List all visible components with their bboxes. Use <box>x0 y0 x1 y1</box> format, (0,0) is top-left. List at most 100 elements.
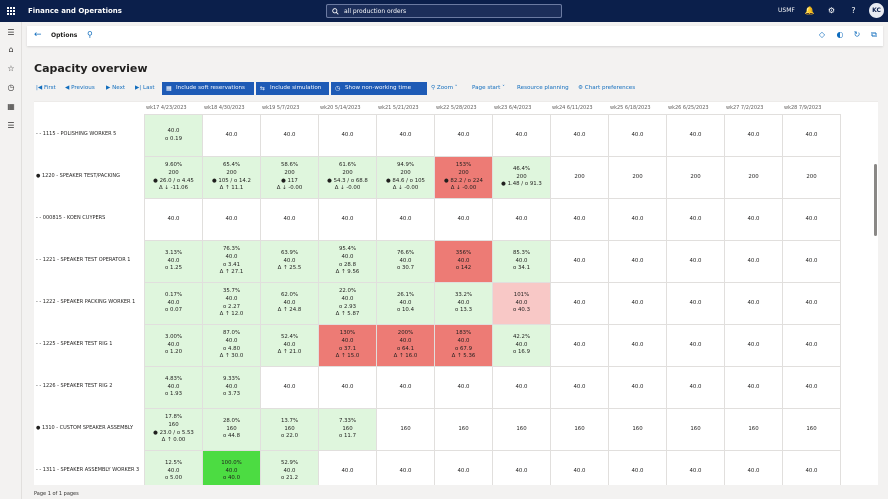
capacity-cell[interactable]: 40.0 <box>550 240 609 283</box>
capacity-cell[interactable]: 40.0 <box>608 114 667 157</box>
capacity-cell[interactable]: 3.13%40.0o 1.25 <box>144 240 203 283</box>
capacity-cell[interactable]: 40.0 <box>724 114 783 157</box>
include-simulation-toggle[interactable]: ⇆Include simulation <box>256 82 329 95</box>
capacity-cell[interactable]: 40.0 <box>666 240 725 283</box>
row-label[interactable]: - - 1222 - SPEAKER PACKING WORKER 1 <box>36 299 135 305</box>
capacity-cell[interactable]: 40.0 <box>492 450 551 485</box>
capacity-cell[interactable]: 153%200● 82.2 / o 224Δ ↓ -0.00 <box>434 156 493 199</box>
capacity-cell[interactable]: 40.0 <box>608 324 667 367</box>
capacity-cell[interactable]: 7.33%160o 11.7 <box>318 408 377 451</box>
capacity-cell[interactable]: 183%40.0o 67.9Δ ↑ 5.36 <box>434 324 493 367</box>
capacity-cell[interactable]: 58.6%200● 117Δ ↓ -0.00 <box>260 156 319 199</box>
row-label[interactable]: ● 1310 - CUSTOM SPEAKER ASSEMBLY <box>36 425 133 431</box>
capacity-cell[interactable]: 94.9%200● 84.6 / o 105Δ ↓ -0.00 <box>376 156 435 199</box>
capacity-cell[interactable]: 40.0 <box>666 282 725 325</box>
capacity-cell[interactable]: 40.0 <box>144 198 203 241</box>
capacity-cell[interactable]: 40.0 <box>492 198 551 241</box>
capacity-cell[interactable]: 46.4%200● 1.48 / o 91.3 <box>492 156 551 199</box>
capacity-cell[interactable]: 63.9%40.0Δ ↑ 25.5 <box>260 240 319 283</box>
row-label[interactable]: - - 1115 - POLISHING WORKER 5 <box>36 131 116 137</box>
capacity-cell[interactable]: 40.0 <box>434 450 493 485</box>
row-label[interactable]: - - 1226 - SPEAKER TEST RIG 2 <box>36 383 112 389</box>
capacity-cell[interactable]: 40.0 <box>782 450 841 485</box>
capacity-cell[interactable]: 356%40.0o 142 <box>434 240 493 283</box>
capacity-cell[interactable]: 40.0 <box>666 114 725 157</box>
show-non-working-time-toggle[interactable]: ◷Show non-working time <box>331 82 427 95</box>
capacity-cell[interactable]: 12.5%40.0o 5.00 <box>144 450 203 485</box>
workspace-icon[interactable]: ▦ <box>6 102 16 112</box>
capacity-cell[interactable]: 40.0 <box>550 282 609 325</box>
global-search-input[interactable]: all production orders <box>326 4 562 18</box>
capacity-cell[interactable]: 40.0 <box>666 450 725 485</box>
capacity-cell[interactable]: 40.0 <box>318 198 377 241</box>
capacity-cell[interactable]: 40.0 <box>608 366 667 409</box>
capacity-cell[interactable]: 40.0 <box>666 366 725 409</box>
help-icon[interactable]: ? <box>848 5 859 16</box>
gear-icon[interactable]: ⚙ <box>826 5 837 16</box>
capacity-cell[interactable]: 40.0 <box>782 198 841 241</box>
row-label[interactable]: - - 1221 - SPEAKER TEST OPERATOR 1 <box>36 257 130 263</box>
capacity-cell[interactable]: 160 <box>550 408 609 451</box>
options-menu[interactable]: Options <box>51 32 77 39</box>
company-selector[interactable]: USMF <box>778 7 795 14</box>
last-button[interactable]: ▶| Last <box>135 82 155 95</box>
app-launcher-icon[interactable] <box>0 0 22 22</box>
capacity-cell[interactable]: 4.83%40.0o 1.93 <box>144 366 203 409</box>
capacity-cell[interactable]: 52.4%40.0Δ ↑ 21.0 <box>260 324 319 367</box>
next-button[interactable]: ▶ Next <box>106 82 125 95</box>
capacity-cell[interactable]: 3.00%40.0o 1.20 <box>144 324 203 367</box>
resource-planning-button[interactable]: Resource planning <box>517 82 569 95</box>
avatar[interactable]: KC <box>869 3 884 18</box>
capacity-cell[interactable]: 40.0 <box>318 366 377 409</box>
hamburger-icon[interactable]: ☰ <box>6 28 16 38</box>
home-icon[interactable]: ⌂ <box>6 45 16 55</box>
capacity-cell[interactable]: 40.0 <box>782 114 841 157</box>
capacity-cell[interactable]: 40.0 <box>550 324 609 367</box>
capacity-cell[interactable]: 40.0 <box>376 198 435 241</box>
bell-icon[interactable]: 🔔 <box>804 5 815 16</box>
capacity-cell[interactable]: 101%40.0o 40.3 <box>492 282 551 325</box>
capacity-cell[interactable]: 61.6%200● 54.3 / o 68.8Δ ↓ -0.00 <box>318 156 377 199</box>
vertical-scrollbar[interactable] <box>874 164 877 236</box>
capacity-cell[interactable]: 40.0 <box>666 198 725 241</box>
refresh-icon[interactable]: ↻ <box>852 30 862 40</box>
capacity-cell[interactable]: 160 <box>492 408 551 451</box>
zoom-dropdown[interactable]: ⚲ Zoom ˅ <box>431 82 458 95</box>
capacity-cell[interactable]: 40.0 <box>666 324 725 367</box>
capacity-cell[interactable]: 40.0 <box>724 240 783 283</box>
capacity-cell[interactable]: 40.0 <box>376 450 435 485</box>
capacity-cell[interactable]: 40.0 <box>782 282 841 325</box>
capacity-cell[interactable]: 9.60%200● 26.0 / o 4.45Δ ↓ -11.06 <box>144 156 203 199</box>
capacity-cell[interactable]: 33.2%40.0o 13.3 <box>434 282 493 325</box>
capacity-cell[interactable]: 200%40.0o 64.1Δ ↑ 16.0 <box>376 324 435 367</box>
capacity-cell[interactable]: 40.0 <box>260 366 319 409</box>
capacity-cell[interactable]: 76.3%40.0o 3.41Δ ↑ 27.1 <box>202 240 261 283</box>
capacity-cell[interactable]: 85.3%40.0o 34.1 <box>492 240 551 283</box>
capacity-cell[interactable]: 40.0 <box>724 450 783 485</box>
first-button[interactable]: |◀ First <box>36 82 56 95</box>
capacity-cell[interactable]: 160 <box>376 408 435 451</box>
capacity-cell[interactable]: 40.0o 0.19 <box>144 114 203 157</box>
office-icon[interactable]: ◐ <box>835 30 845 40</box>
list-icon[interactable]: ☰ <box>6 121 16 131</box>
capacity-cell[interactable]: 0.17%40.0o 0.07 <box>144 282 203 325</box>
capacity-cell[interactable]: 40.0 <box>724 282 783 325</box>
capacity-cell[interactable]: 42.2%40.0o 16.9 <box>492 324 551 367</box>
capacity-cell[interactable]: 40.0 <box>550 366 609 409</box>
capacity-cell[interactable]: 65.4%200● 105 / o 14.2Δ ↑ 11.1 <box>202 156 261 199</box>
capacity-cell[interactable]: 40.0 <box>260 114 319 157</box>
capacity-cell[interactable]: 35.7%40.0o 2.27Δ ↑ 12.0 <box>202 282 261 325</box>
capacity-cell[interactable]: 160 <box>782 408 841 451</box>
capacity-cell[interactable]: 200 <box>550 156 609 199</box>
capacity-cell[interactable]: 160 <box>608 408 667 451</box>
capacity-cell[interactable]: 22.0%40.0o 2.93Δ ↑ 5.87 <box>318 282 377 325</box>
capacity-cell[interactable]: 40.0 <box>550 198 609 241</box>
capacity-cell[interactable]: 130%40.0o 37.1Δ ↑ 15.0 <box>318 324 377 367</box>
chart-preferences-button[interactable]: ⚙ Chart preferences <box>578 82 635 95</box>
capacity-cell[interactable]: 52.9%40.0o 21.2 <box>260 450 319 485</box>
popout-icon[interactable]: ⧉ <box>869 30 879 40</box>
capacity-cell[interactable]: 13.7%160o 22.0 <box>260 408 319 451</box>
row-label[interactable]: - - 1311 - SPEAKER ASSEMBLY WORKER 3 <box>36 467 139 473</box>
capacity-cell[interactable]: 26.1%40.0o 10.4 <box>376 282 435 325</box>
capacity-cell[interactable]: 40.0 <box>260 198 319 241</box>
